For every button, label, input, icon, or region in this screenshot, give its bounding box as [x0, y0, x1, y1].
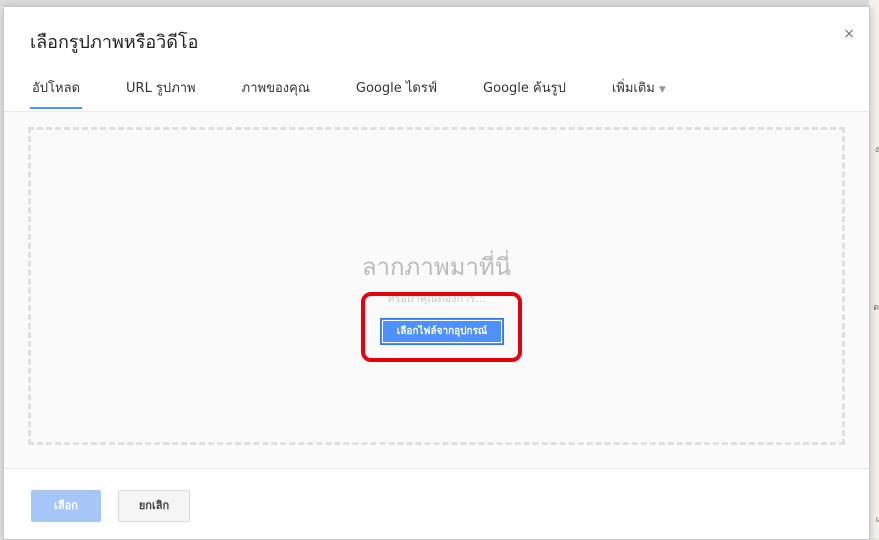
chevron-down-icon: ▼	[658, 85, 666, 95]
footer-divider	[4, 468, 869, 469]
close-icon[interactable]: ×	[843, 27, 855, 41]
background-text-fragment: ง	[874, 145, 879, 155]
tab-more[interactable]: เพิ่มเติม ▼	[610, 77, 668, 107]
tab-google-drive[interactable]: Google ไดรฟ์	[354, 77, 439, 107]
drop-zone[interactable]: ลากภาพมาที่นี่ หรือถ้าคุณต้องการ...	[28, 127, 845, 445]
dialog-title: เลือกรูปภาพหรือวิดีโอ	[30, 32, 199, 53]
select-button[interactable]: เลือก	[31, 490, 101, 522]
image-picker-dialog: เลือกรูปภาพหรือวิดีโอ × อัปโหลด URL รูปภ…	[3, 6, 870, 540]
tab-google-image-search[interactable]: Google ค้นรูป	[481, 77, 568, 107]
upload-panel: ลากภาพมาที่นี่ หรือถ้าคุณต้องการ...	[4, 112, 869, 468]
tab-more-label: เพิ่มเติม	[611, 81, 655, 96]
background-text-fragment: ต	[873, 303, 879, 313]
background-page-strip	[869, 0, 879, 538]
tab-your-images[interactable]: ภาพของคุณ	[240, 77, 312, 107]
tab-image-url[interactable]: URL รูปภาพ	[124, 77, 198, 107]
cancel-button[interactable]: ยกเลิก	[118, 490, 190, 522]
tab-bar: อัปโหลด URL รูปภาพ ภาพของคุณ Google ไดรฟ…	[30, 77, 710, 111]
or-label: หรือถ้าคุณต้องการ...	[387, 292, 486, 305]
tab-upload[interactable]: อัปโหลด	[30, 77, 83, 109]
drop-zone-label: ลากภาพมาที่นี่	[361, 253, 512, 281]
choose-file-button[interactable]: เลือกไฟล์จากอุปกรณ์	[380, 318, 504, 345]
